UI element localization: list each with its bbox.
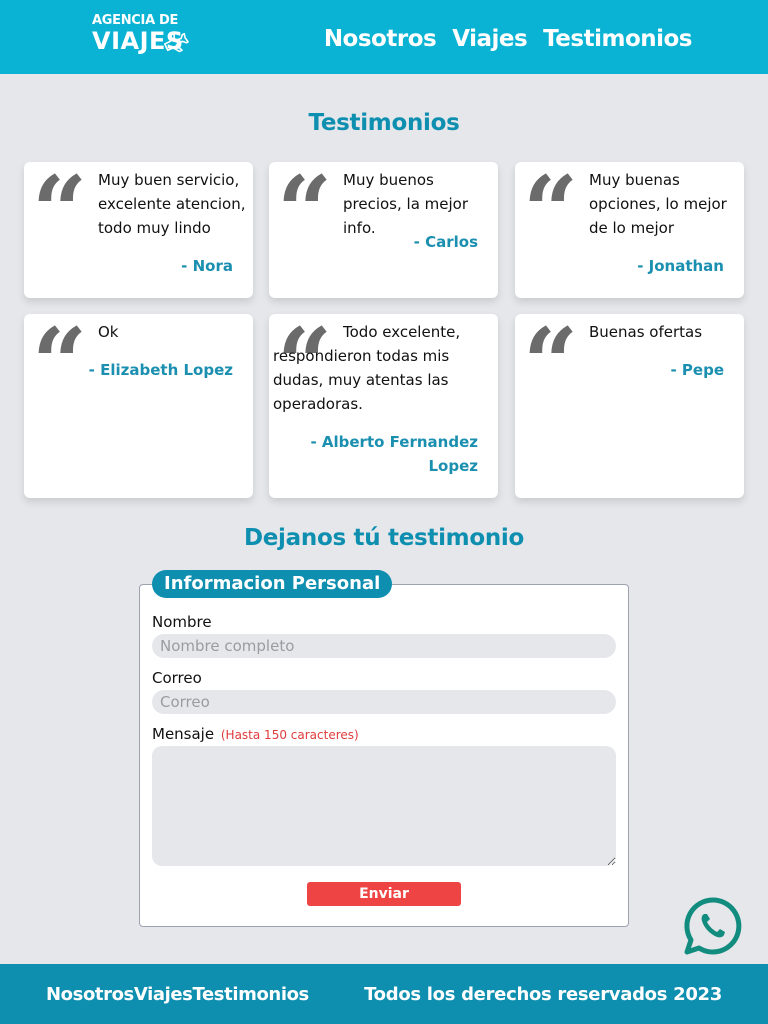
message-textarea[interactable]: [152, 746, 616, 866]
testimonial-text: Todo excelente, respondieron todas mis d…: [273, 323, 461, 413]
footer-nav-testimonios[interactable]: Testimonios: [193, 984, 310, 1005]
testimonial-text: Muy buenas opciones, lo mejor de lo mejo…: [589, 171, 727, 237]
footer-nav-nosotros[interactable]: Nosotros: [46, 984, 134, 1005]
message-label: Mensaje: [152, 725, 215, 743]
testimonial-text: Buenas ofertas: [589, 323, 703, 341]
testimonial-author: - Carlos: [413, 233, 478, 251]
testimonial-card: “ Ok - Elizabeth Lopez: [24, 314, 253, 498]
nav-viajes[interactable]: Viajes: [452, 24, 527, 54]
name-label: Nombre: [152, 613, 212, 631]
testimonial-text: Ok: [98, 323, 119, 341]
footer-nav-viajes[interactable]: Viajes: [134, 984, 193, 1005]
site-header: AGENCIA DE VIAJES Nosotros Viajes Testim…: [0, 0, 768, 74]
name-input[interactable]: [152, 634, 616, 658]
email-label: Correo: [152, 669, 202, 687]
testimonial-card: “ Todo excelente, respondieron todas mis…: [269, 314, 498, 498]
nav-testimonios[interactable]: Testimonios: [543, 24, 692, 54]
testimonial-text: Muy buen servicio, excelente atencion, t…: [98, 171, 246, 237]
quote-icon: “: [523, 155, 578, 268]
quote-icon: “: [277, 155, 332, 268]
quote-icon: “: [32, 307, 87, 420]
testimonial-author: - Nora: [181, 257, 233, 275]
testimonial-author: - Pepe: [670, 361, 724, 379]
logo[interactable]: AGENCIA DE VIAJES: [92, 13, 189, 54]
testimonial-card: “ Muy buenos precios, la mejor info. - C…: [269, 162, 498, 298]
fieldset-legend: Informacion Personal: [152, 570, 393, 598]
testimonial-card: “ Muy buenas opciones, lo mejor de lo me…: [515, 162, 744, 298]
testimonial-author: - Jonathan: [637, 257, 724, 275]
testimonial-author: - Elizabeth Lopez: [88, 361, 233, 379]
testimonial-card: “ Buenas ofertas - Pepe: [515, 314, 744, 498]
testimonials-title: Testimonios: [308, 110, 460, 136]
form-title: Dejanos tú testimonio: [243, 525, 525, 551]
logo-line1: AGENCIA DE: [92, 13, 179, 28]
footer-nav: Nosotros Viajes Testimonios: [46, 984, 309, 1005]
message-hint: (Hasta 150 caracteres): [220, 728, 359, 742]
quote-icon: “: [32, 155, 87, 268]
submit-button[interactable]: Enviar: [307, 882, 461, 906]
email-input[interactable]: [152, 690, 616, 714]
main-nav: Nosotros Viajes Testimonios: [324, 24, 693, 54]
whatsapp-icon[interactable]: [683, 896, 743, 956]
airplane-icon: [163, 32, 189, 53]
testimonial-card: “ Muy buen servicio, excelente atencion,…: [24, 162, 253, 298]
copyright-text: Todos los derechos reservados 2023: [364, 984, 722, 1005]
site-footer: Nosotros Viajes Testimonios Todos los de…: [0, 964, 768, 1024]
testimonial-author: - Alberto Fernandez Lopez: [310, 433, 478, 475]
quote-icon: “: [523, 307, 578, 420]
nav-nosotros[interactable]: Nosotros: [324, 24, 437, 54]
message-label-row: Mensaje (Hasta 150 caracteres): [152, 725, 359, 743]
